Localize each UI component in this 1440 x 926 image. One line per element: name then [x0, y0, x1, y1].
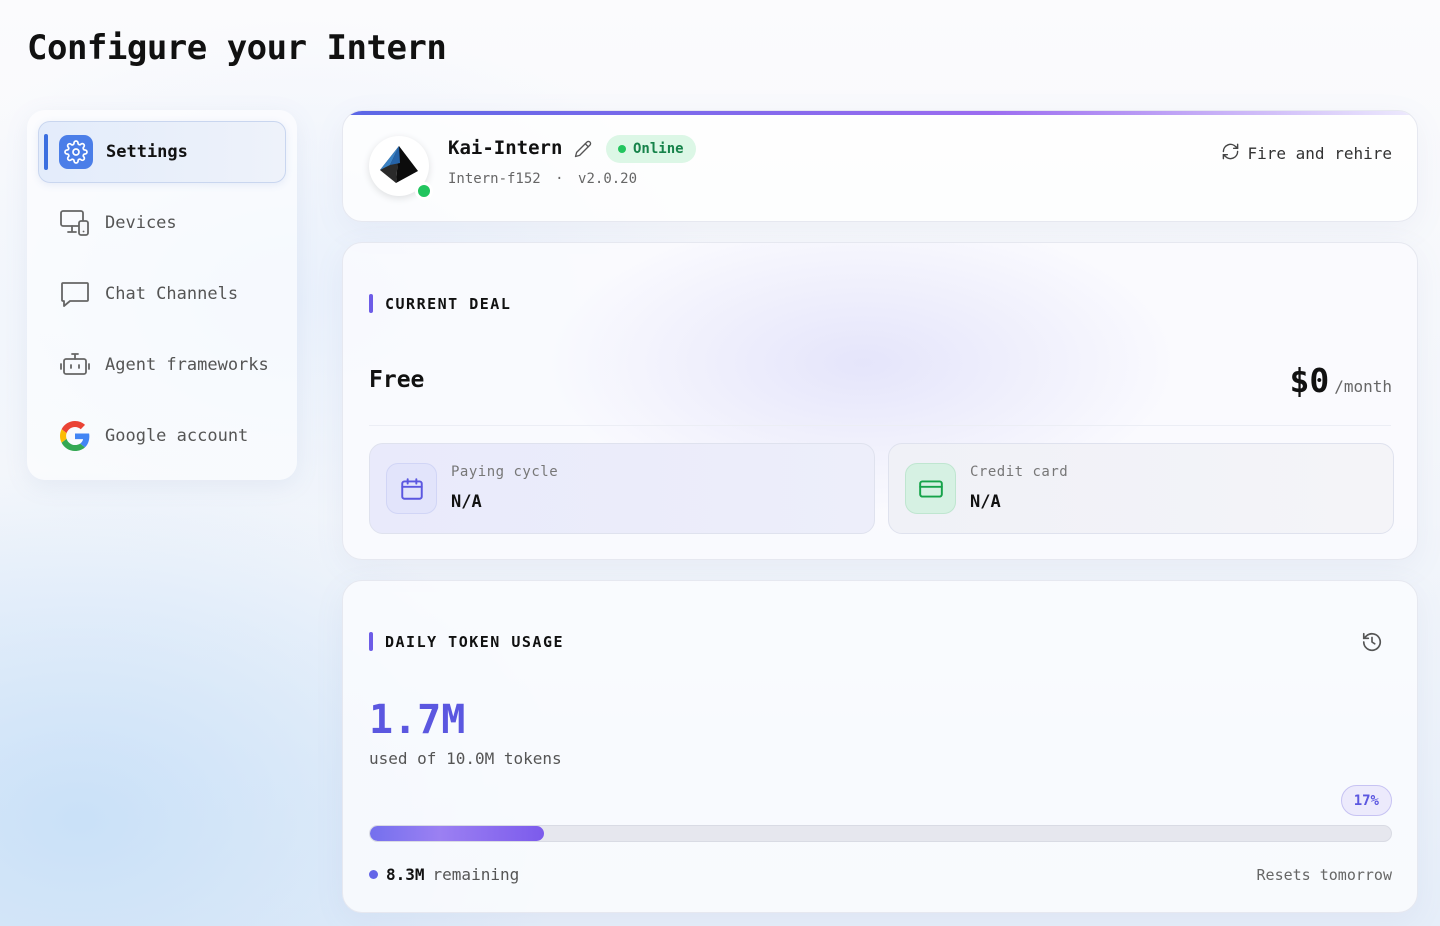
current-deal-heading: CURRENT DEAL — [369, 294, 511, 313]
agent-meta: Intern-f152 · v2.0.20 — [448, 171, 637, 187]
remaining-value: 8.3M — [386, 865, 425, 884]
agent-card-accent-bar — [343, 111, 1417, 115]
sidebar-item-label: Devices — [105, 213, 177, 233]
sidebar: Settings Devices Chat Channels Agent fra… — [27, 110, 297, 480]
paying-cycle-box: Paying cycle N/A — [369, 443, 875, 534]
chat-icon — [58, 277, 92, 311]
credit-card-icon — [905, 463, 956, 514]
sidebar-item-label: Google account — [105, 426, 249, 446]
section-accent-bar — [369, 632, 373, 651]
avatar — [369, 136, 433, 200]
price-amount: $0 — [1289, 361, 1330, 400]
agent-version: v2.0.20 — [578, 171, 638, 187]
refresh-icon — [1221, 142, 1240, 165]
usage-percent-badge: 17% — [1340, 785, 1392, 816]
resets-text: Resets tomorrow — [1256, 866, 1392, 884]
status-dot-icon — [618, 145, 626, 153]
tokens-remaining: 8.3M remaining — [369, 865, 519, 884]
remaining-dot-icon — [369, 870, 378, 879]
google-icon — [58, 419, 92, 453]
online-indicator — [415, 182, 433, 200]
credit-card-label: Credit card — [970, 464, 1069, 480]
divider — [369, 425, 1391, 426]
credit-card-value: N/A — [970, 492, 1001, 512]
page-title: Configure your Intern — [27, 28, 447, 68]
calendar-icon — [386, 463, 437, 514]
plan-price: $0 /month — [1289, 361, 1392, 400]
sidebar-item-chat-channels[interactable]: Chat Channels — [38, 263, 286, 325]
token-usage-card: DAILY TOKEN USAGE 1.7M used of 10.0M tok… — [342, 580, 1418, 913]
usage-progress-bar — [369, 825, 1392, 842]
section-accent-bar — [369, 294, 373, 313]
tokens-used-value: 1.7M — [369, 697, 466, 743]
edit-icon[interactable] — [574, 140, 592, 162]
fire-and-rehire-button[interactable]: Fire and rehire — [1221, 142, 1393, 165]
usage-progress-fill — [370, 826, 544, 841]
robot-icon — [58, 348, 92, 382]
status-badge: Online — [606, 135, 696, 163]
agent-meta-separator: · — [555, 171, 564, 187]
sidebar-item-devices[interactable]: Devices — [38, 192, 286, 254]
token-usage-label: DAILY TOKEN USAGE — [385, 632, 565, 651]
agent-card: Kai-Intern Online Intern-f152 · v2.0.20 … — [342, 110, 1418, 222]
sidebar-item-settings[interactable]: Settings — [38, 121, 286, 183]
history-icon[interactable] — [1361, 631, 1383, 657]
tokens-used-caption: used of 10.0M tokens — [369, 749, 562, 768]
agent-name: Kai-Intern — [448, 137, 563, 159]
current-deal-label: CURRENT DEAL — [385, 294, 512, 313]
token-usage-heading: DAILY TOKEN USAGE — [369, 632, 564, 651]
plan-name: Free — [369, 367, 425, 393]
fire-and-rehire-label: Fire and rehire — [1247, 144, 1393, 163]
sidebar-item-agent-frameworks[interactable]: Agent frameworks — [38, 334, 286, 396]
sidebar-item-google-account[interactable]: Google account — [38, 405, 286, 467]
pyramid-logo-icon — [380, 146, 418, 183]
remaining-label: remaining — [432, 865, 520, 884]
sidebar-item-label: Settings — [106, 142, 188, 162]
agent-id: Intern-f152 — [448, 171, 541, 187]
devices-icon — [58, 206, 92, 240]
gear-icon — [59, 135, 93, 169]
paying-cycle-value: N/A — [451, 492, 482, 512]
current-deal-card: CURRENT DEAL Free $0 /month Paying cycle… — [342, 242, 1418, 560]
status-text: Online — [633, 141, 684, 157]
sidebar-item-label: Chat Channels — [105, 284, 239, 304]
credit-card-box: Credit card N/A — [888, 443, 1394, 534]
paying-cycle-label: Paying cycle — [451, 464, 559, 480]
sidebar-item-label: Agent frameworks — [105, 355, 269, 375]
price-period: /month — [1334, 377, 1392, 396]
